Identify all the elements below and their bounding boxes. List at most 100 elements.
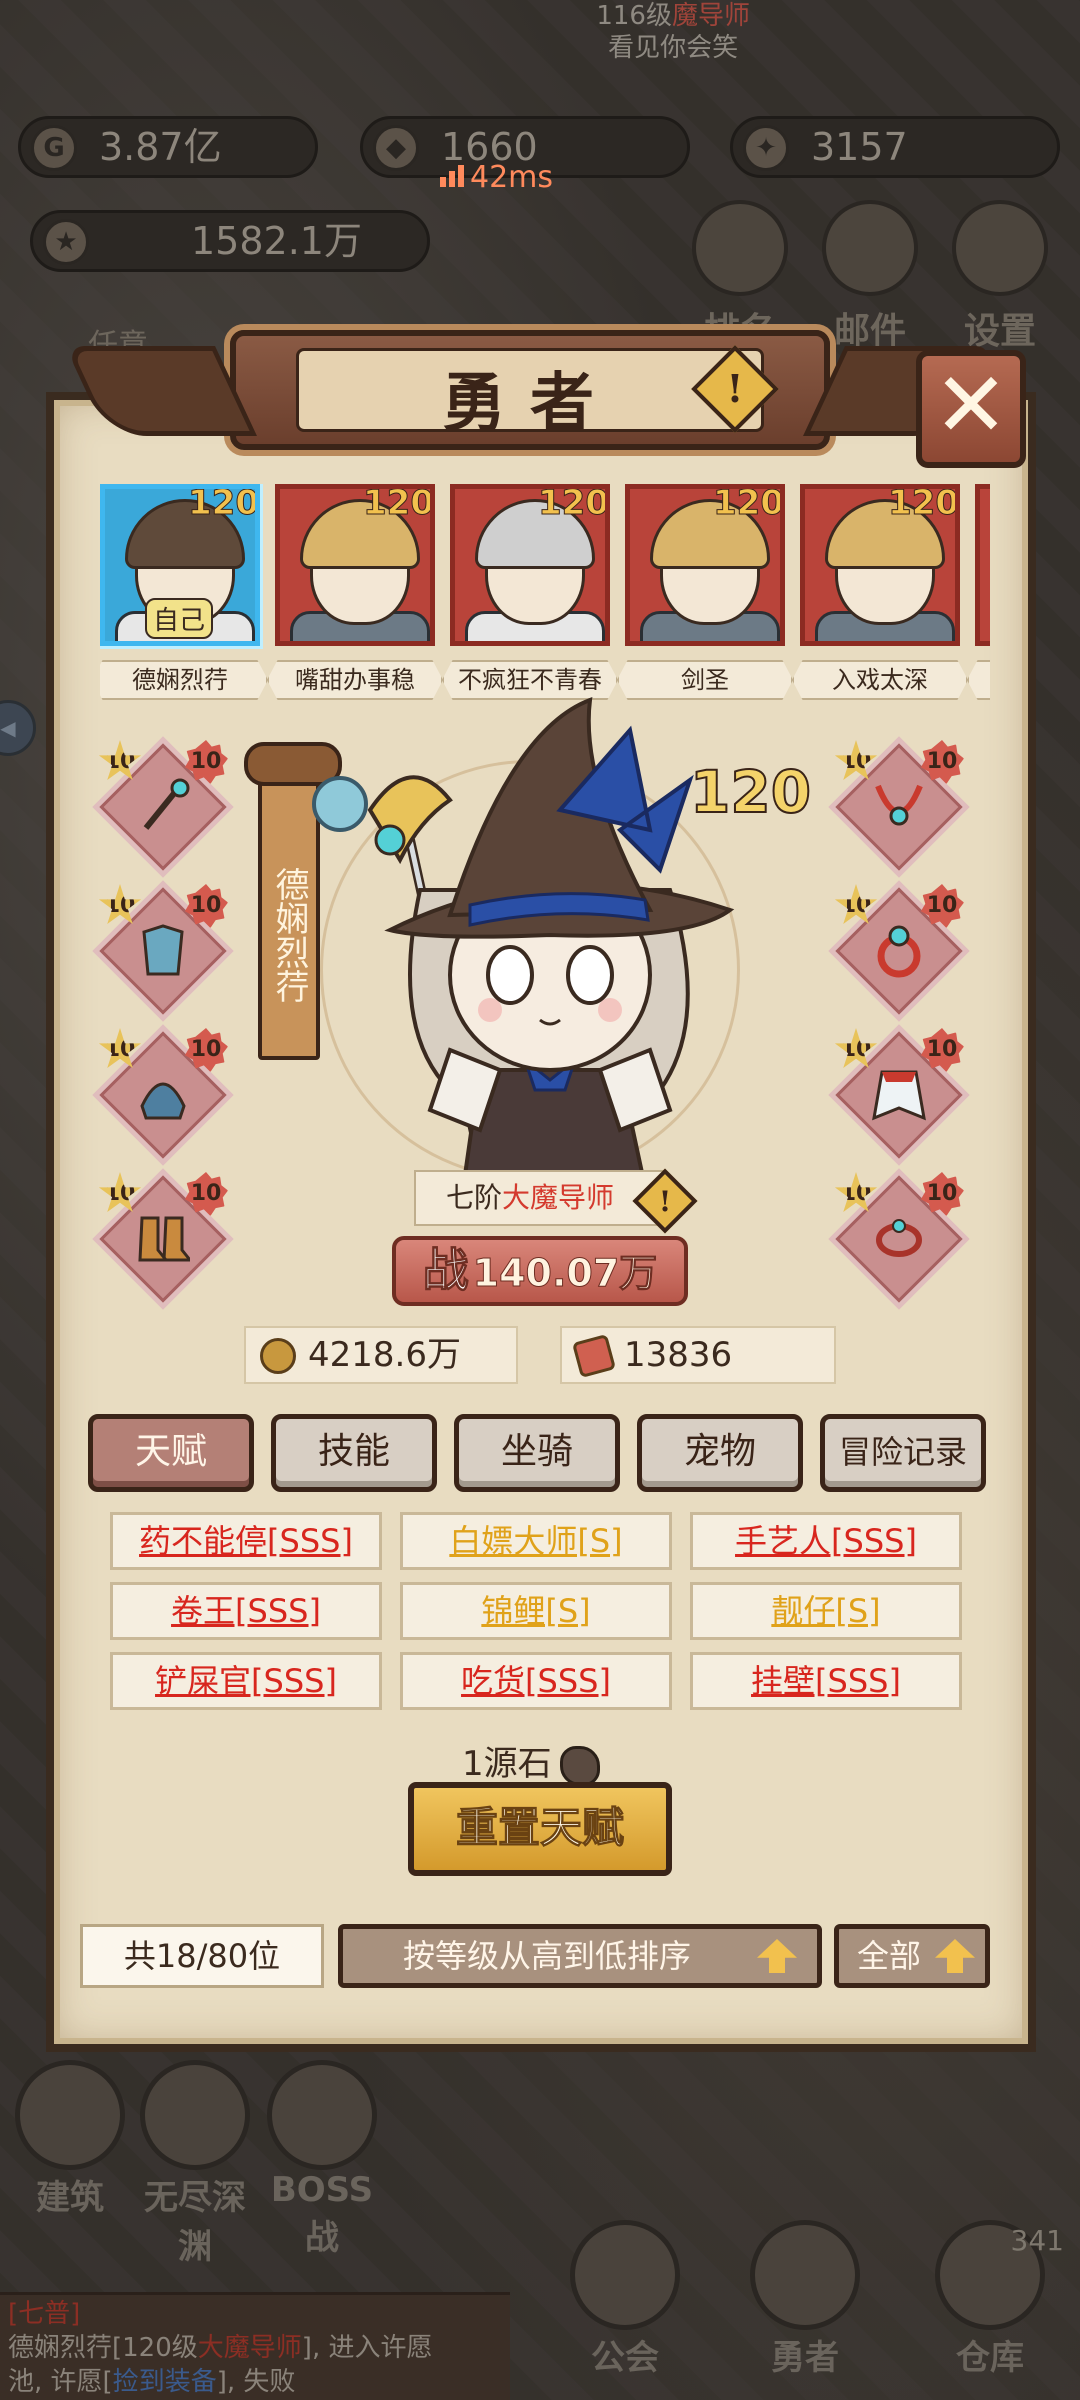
nav-boss-label: BOSS战 [270, 2170, 374, 2258]
filter-all-button[interactable]: 全部 [834, 1924, 990, 1988]
hero-avatar[interactable]: 120 [450, 484, 610, 646]
cape-icon [872, 1066, 926, 1124]
power-label: 战 [422, 1243, 469, 1298]
gem-icon: ✦ [743, 125, 789, 171]
sort-label: 按等级从高到低排序 [403, 1937, 692, 1975]
notice-line2: 看见你会笑 [608, 33, 739, 63]
nav-hero-label: 勇者 [771, 2338, 839, 2378]
equipment-slot[interactable]: 10 10 [834, 740, 964, 871]
tab-4[interactable]: 冒险记录 [820, 1414, 986, 1492]
hero-card[interactable]: 120 不疯狂不青春 [442, 484, 618, 700]
notice-level: 116级 [596, 1, 672, 31]
nav-abyss[interactable]: 无尽深渊 [130, 2060, 260, 2268]
hero-avatar[interactable]: 120 [275, 484, 435, 646]
mail-button[interactable]: 邮件 [810, 200, 930, 354]
gem-pill[interactable]: ✦ 3157 [730, 116, 1060, 178]
power-pill[interactable]: ★ 1582.1万 [30, 210, 430, 272]
settings-button[interactable]: 设置 [940, 200, 1060, 354]
equipment-slot[interactable]: 10 10 [98, 1028, 228, 1159]
hero-card-level: 120 [888, 484, 959, 524]
hero-card[interactable]: 120 入戏太深 [792, 484, 968, 700]
reset-cost: 1源石 [462, 1736, 600, 1786]
gold-pill[interactable]: G 3.87亿 [18, 116, 318, 178]
gear-icon [952, 200, 1048, 296]
talent-item[interactable]: 靓仔[S] [690, 1582, 962, 1640]
hero-name-vertical: 德娴烈荇 [269, 867, 309, 1003]
filter-label: 全部 [857, 1937, 922, 1975]
talent-item[interactable]: 药不能停[SSS] [110, 1512, 382, 1570]
talent-item[interactable]: 铲屎官[SSS] [110, 1652, 382, 1710]
gold-coin-icon: G [31, 125, 77, 171]
title-banner: 勇者 ! [65, 330, 995, 450]
mail-icon [822, 200, 918, 296]
talent-item[interactable]: 锦鲤[S] [400, 1582, 672, 1640]
crest-icon: ◆ [373, 125, 419, 171]
equipment-slot[interactable]: 10 10 [98, 884, 228, 1015]
hero-avatar[interactable]: 120 [800, 484, 960, 646]
nav-building-label: 建筑 [36, 2178, 104, 2218]
source-stone-icon [559, 1745, 600, 1786]
helmet-icon [136, 1066, 190, 1124]
equipment-slot[interactable]: 10 10 [98, 1172, 228, 1303]
rank-plate: 七阶大魔导师 [414, 1170, 666, 1226]
tab-2[interactable]: 坐骑 [454, 1414, 620, 1492]
reset-talent-button[interactable]: 重置天赋 [408, 1782, 672, 1876]
nav-guild[interactable]: 公会 [560, 2220, 690, 2379]
hero-count: 共18/80位 [123, 1937, 281, 1975]
hero-avatar[interactable]: 120 [625, 484, 785, 646]
power-value: 140.07万 [472, 1251, 658, 1296]
talent-item[interactable]: 挂壁[SSS] [690, 1652, 962, 1710]
trophy-icon: ★ [43, 219, 89, 265]
tab-1[interactable]: 技能 [271, 1414, 437, 1492]
hero-card-level: 120 [713, 484, 784, 524]
nav-hero[interactable]: 勇者 [740, 2220, 870, 2379]
rank-class: 大魔导师 [502, 1181, 615, 1214]
reset-talent-label: 重置天赋 [455, 1803, 624, 1853]
equipment-slot[interactable]: 10 10 [834, 1028, 964, 1159]
gold-coin-icon [260, 1338, 296, 1374]
nav-boss[interactable]: BOSS战 [262, 2060, 382, 2259]
hero-gold-stat: 4218.6万 [244, 1326, 518, 1384]
gold-value: 3.87亿 [99, 125, 222, 169]
armor-icon [136, 922, 190, 980]
hero-card[interactable]: 120 嘴甜办事稳 [267, 484, 443, 700]
hero-avatar[interactable] [975, 484, 990, 646]
talent-item[interactable]: 卷王[SSS] [110, 1582, 382, 1640]
sort-button[interactable]: 按等级从高到低排序 [338, 1924, 822, 1988]
nav-building[interactable]: 建筑 [10, 2060, 130, 2219]
tab-3[interactable]: 宠物 [637, 1414, 803, 1492]
chat-line2-link: 捡到装备 [112, 2367, 217, 2397]
hero-avatar[interactable]: 120 自己 [100, 484, 260, 646]
hero-card[interactable]: 另 [967, 484, 990, 700]
equipment-slot[interactable]: 10 10 [834, 884, 964, 1015]
talent-item[interactable]: 吃货[SSS] [400, 1652, 672, 1710]
close-button[interactable]: ✕ [916, 350, 1026, 468]
talent-item[interactable]: 手艺人[SSS] [690, 1512, 962, 1570]
necklace-icon [872, 778, 926, 836]
power-total-value: 1582.1万 [191, 219, 362, 263]
tab-0[interactable]: 天赋 [88, 1414, 254, 1492]
staff-icon [136, 778, 190, 836]
talent-item[interactable]: 白嫖大师[S] [400, 1512, 672, 1570]
combat-power-banner: 战 140.07万 [392, 1236, 688, 1306]
reset-cost-text: 1源石 [462, 1744, 552, 1784]
hero-count-box: 共18/80位 [80, 1924, 324, 1988]
hero-gold-value: 4218.6万 [308, 1335, 461, 1375]
abyss-icon [140, 2060, 250, 2170]
equipment-slot[interactable]: 10 10 [98, 740, 228, 871]
hero-name-scroll: 德娴烈荇 [244, 742, 342, 1060]
chat-box[interactable]: [七普] 德娴烈荇[120级大魔导师], 进入许愿 池, 许愿[捡到装备], 失… [0, 2292, 510, 2400]
ring-icon [872, 922, 926, 980]
bracelet-icon [872, 1210, 926, 1268]
boots-icon [136, 1210, 194, 1268]
chat-line1-class: 大魔导师 [197, 2333, 302, 2363]
helmet-icon [267, 2060, 377, 2170]
equipment-slot[interactable]: 10 10 [834, 1172, 964, 1303]
hero-level: 120 [689, 757, 812, 827]
exclamation-icon: ! [726, 366, 744, 411]
hero-card-level: 120 [188, 484, 259, 524]
signal-icon [440, 165, 466, 187]
hero-card[interactable]: 120 自己 德娴烈荇 [100, 484, 268, 700]
hero-card[interactable]: 120 剑圣 [617, 484, 793, 700]
hero-roster[interactable]: 120自己德娴烈荇120嘴甜办事稳120不疯狂不青春120剑圣120入戏太深另 [100, 484, 990, 704]
